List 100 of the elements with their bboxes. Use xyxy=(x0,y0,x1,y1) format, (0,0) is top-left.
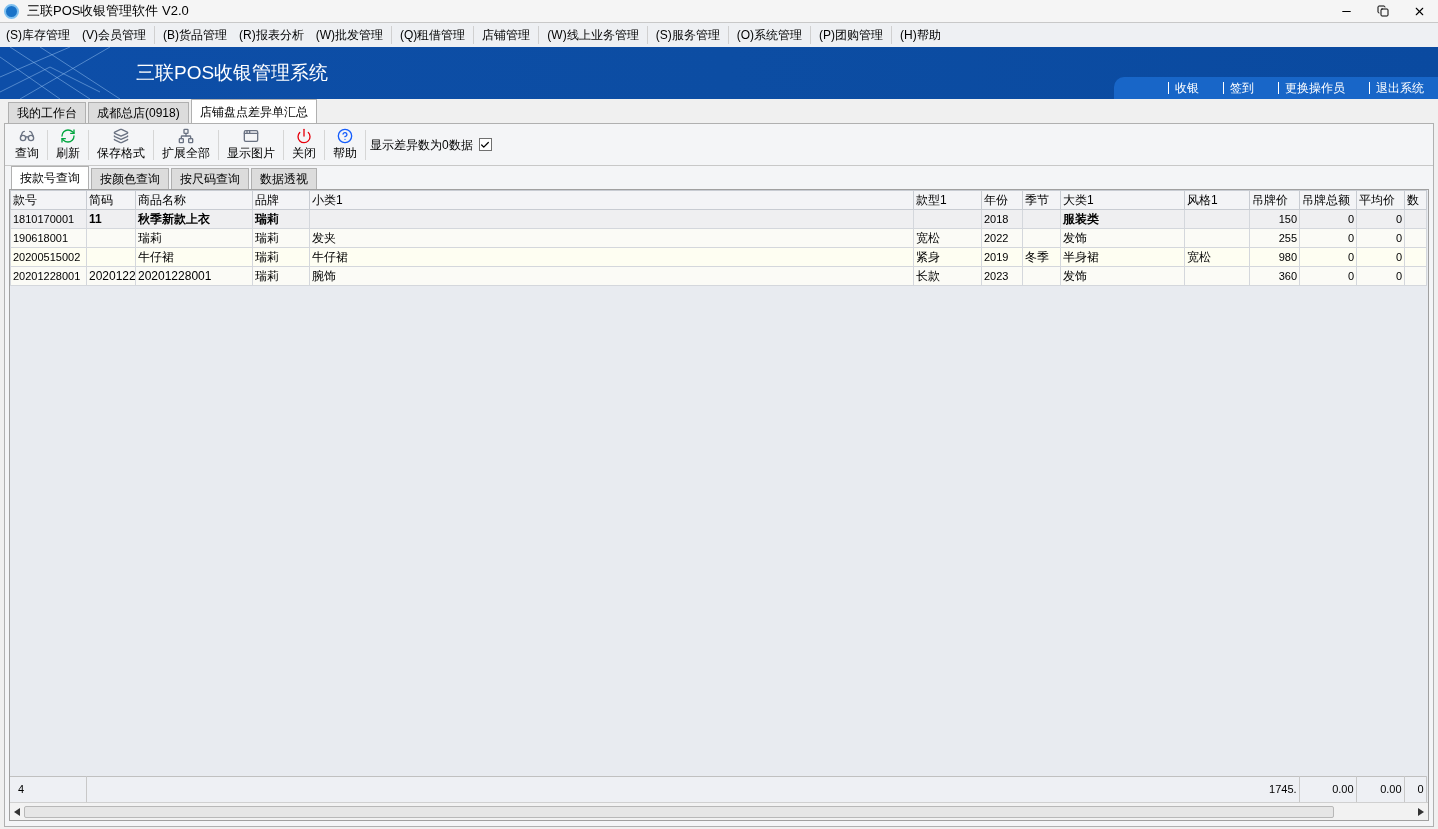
table-cell: 瑞莉 xyxy=(255,250,279,264)
menu-item[interactable]: (O)系统管理 xyxy=(730,26,808,44)
view-tab[interactable]: 按尺码查询 xyxy=(171,168,249,189)
document-tab[interactable]: 我的工作台 xyxy=(8,102,86,123)
menu-item[interactable]: (V)会员管理 xyxy=(76,26,152,44)
scroll-left-icon[interactable] xyxy=(14,807,20,816)
table-cell: 冬季 xyxy=(1025,250,1049,264)
toolbar-button[interactable]: 扩展全部 xyxy=(156,124,216,165)
toolbar-button[interactable]: 关闭 xyxy=(286,124,322,165)
table-cell: 秋季新款上衣 xyxy=(138,212,210,226)
banner-link[interactable]: 更换操作员 xyxy=(1278,82,1345,94)
table-cell: 2018 xyxy=(984,213,1009,225)
table-cell: 半身裙 xyxy=(1063,250,1099,264)
table-cell: 2022 xyxy=(984,232,1009,244)
table-cell: 发夹 xyxy=(312,231,336,245)
toolbar-button[interactable]: 显示图片 xyxy=(221,124,281,165)
banner-link[interactable]: 退出系统 xyxy=(1369,82,1424,94)
column-header[interactable]: 款号 xyxy=(10,190,87,210)
table-cell: 20201228001 xyxy=(13,270,81,282)
toolbar-button[interactable]: 保存格式 xyxy=(91,124,151,165)
document-tab[interactable]: 成都总店(0918) xyxy=(88,102,189,123)
window-icon xyxy=(243,128,259,144)
menu-item[interactable]: (W)线上业务管理 xyxy=(541,26,645,44)
menu-item[interactable]: (W)批发管理 xyxy=(309,26,389,44)
table-cell: 980 xyxy=(1278,251,1297,263)
restore-icon[interactable] xyxy=(1377,5,1389,17)
toolbar-button[interactable]: 帮助 xyxy=(327,124,363,165)
table-cell: 瑞莉 xyxy=(255,212,279,226)
column-header[interactable]: 数 xyxy=(1404,190,1427,210)
table-cell: 发饰 xyxy=(1063,269,1087,283)
scrollbar-thumb[interactable] xyxy=(24,805,1334,818)
banner-link[interactable]: 签到 xyxy=(1223,82,1254,94)
table-cell: 2023 xyxy=(984,270,1009,282)
table-cell: 0 xyxy=(1395,251,1402,263)
table-cell: 牛仔裙 xyxy=(312,250,348,264)
column-header[interactable]: 小类1 xyxy=(309,190,914,210)
layers-icon xyxy=(113,128,129,144)
menu-item[interactable]: 店铺管理 xyxy=(476,26,537,44)
menu-item[interactable]: (S)服务管理 xyxy=(649,26,726,44)
table-cell: 瑞莉 xyxy=(255,269,279,283)
table-cell: 0 xyxy=(1347,232,1354,244)
checkbox[interactable] xyxy=(478,138,492,151)
column-header[interactable]: 简码 xyxy=(86,190,136,210)
table-cell: 瑞莉 xyxy=(138,231,162,245)
menu-item[interactable]: (P)团购管理 xyxy=(813,26,889,44)
table-cell: 2019 xyxy=(984,251,1009,263)
view-tab[interactable]: 按颜色查询 xyxy=(91,168,169,189)
table-cell: 150 xyxy=(1278,213,1297,225)
column-header[interactable]: 品牌 xyxy=(252,190,310,210)
window-title: 三联POS收银管理软件 V2.0 xyxy=(27,2,189,21)
table-cell: 长款 xyxy=(916,269,940,283)
horizontal-scrollbar[interactable] xyxy=(10,802,1428,820)
banner-link[interactable]: 收银 xyxy=(1168,82,1199,94)
menu-item[interactable]: (Q)租借管理 xyxy=(394,26,472,44)
column-header[interactable]: 大类1 xyxy=(1060,190,1185,210)
toolbar-button[interactable]: 查询 xyxy=(9,124,45,165)
column-header[interactable]: 风格1 xyxy=(1184,190,1250,210)
column-header[interactable]: 年份 xyxy=(981,190,1023,210)
table-cell: 瑞莉 xyxy=(255,231,279,245)
document-tab[interactable]: 店铺盘点差异单汇总 xyxy=(190,99,317,123)
checkbox-label: 显示差异数为0数据 xyxy=(370,136,473,154)
footer-total: 0 xyxy=(1417,783,1424,795)
view-tab[interactable]: 数据透视 xyxy=(251,168,317,189)
menu-item[interactable]: (H)帮助 xyxy=(894,26,947,44)
view-tab[interactable]: 按款号查询 xyxy=(11,166,89,189)
refresh-icon xyxy=(60,128,76,144)
table-cell: 0 xyxy=(1347,270,1354,282)
glasses-icon xyxy=(19,128,35,144)
table-cell: 255 xyxy=(1278,232,1297,244)
power-icon xyxy=(296,128,312,144)
footer-total: 1745. xyxy=(1269,783,1297,795)
scroll-right-icon[interactable] xyxy=(1418,807,1424,816)
column-header[interactable]: 吊牌价 xyxy=(1249,190,1300,210)
table-cell: 腕饰 xyxy=(312,269,336,283)
table-cell: 服装类 xyxy=(1063,212,1099,226)
column-header[interactable]: 吊牌总额 xyxy=(1299,190,1357,210)
table-cell: 宽松 xyxy=(1187,250,1211,264)
network-icon xyxy=(178,128,194,144)
column-header[interactable]: 商品名称 xyxy=(135,190,253,210)
table-cell: 紧身 xyxy=(916,250,940,264)
table-cell: 20200515002 xyxy=(13,251,81,263)
menu-item[interactable]: (R)报表分析 xyxy=(233,26,310,44)
table-cell: 0 xyxy=(1395,213,1402,225)
menu-item[interactable]: (S)库存管理 xyxy=(0,26,76,44)
menu-item[interactable]: (B)货品管理 xyxy=(157,26,233,44)
column-header[interactable]: 平均价 xyxy=(1356,190,1405,210)
table-cell: 190618001 xyxy=(13,232,69,244)
column-header[interactable]: 季节 xyxy=(1022,190,1061,210)
toolbar-button[interactable]: 刷新 xyxy=(50,124,86,165)
table-cell: 1810170001 xyxy=(13,213,75,225)
table-cell: 360 xyxy=(1278,270,1297,282)
table-cell: 2020122 xyxy=(89,269,135,283)
table-cell: 牛仔裙 xyxy=(138,250,174,264)
table-cell: 0 xyxy=(1395,270,1402,282)
table-cell: 20201228001 xyxy=(138,269,212,283)
column-header[interactable]: 款型1 xyxy=(913,190,982,210)
row-count: 4 xyxy=(18,783,25,795)
table-cell: 0 xyxy=(1347,213,1354,225)
table-cell: 宽松 xyxy=(916,231,940,245)
app-logo-icon xyxy=(4,3,19,19)
